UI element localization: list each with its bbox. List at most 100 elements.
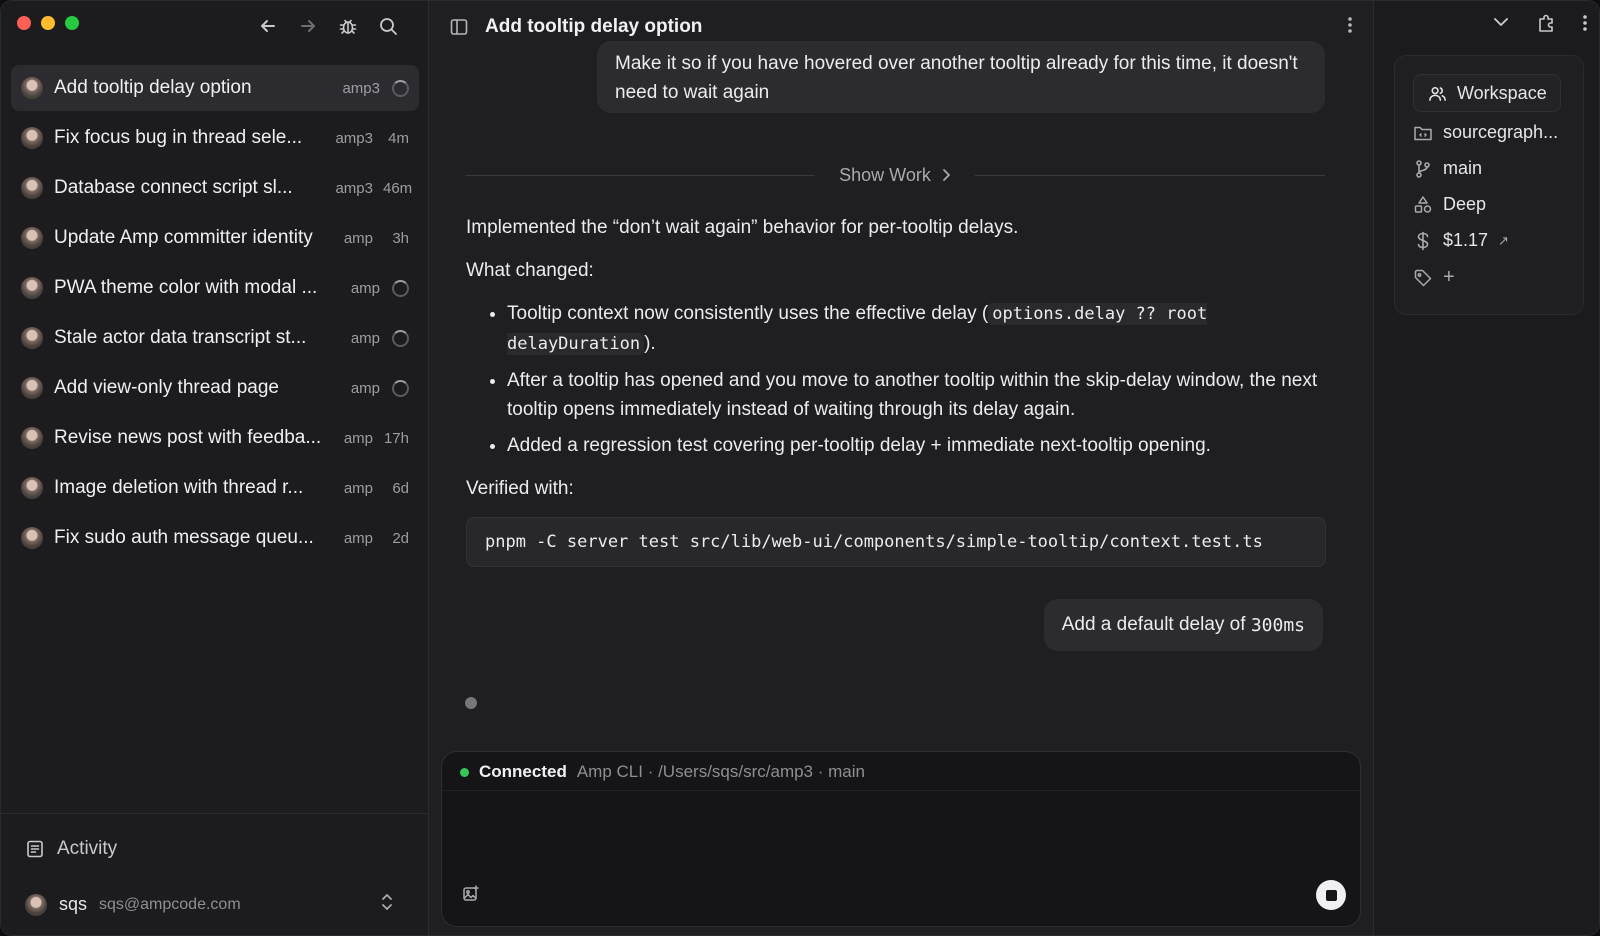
chevron-up-down-icon[interactable] — [379, 892, 395, 917]
thread-tag: amp3 — [335, 179, 373, 197]
thread-item[interactable]: Fix sudo auth message queu... amp 2d — [11, 515, 419, 561]
thread-title: Image deletion with thread r... — [54, 477, 304, 498]
loading-spinner-icon — [392, 329, 409, 347]
thread-info-card: Workspace sourcegraph... main Deep $1.17… — [1394, 55, 1584, 315]
what-changed-heading: What changed: — [466, 260, 594, 281]
thread-age: 2d — [392, 529, 409, 547]
thread-tag: amp — [350, 279, 380, 297]
thread-item[interactable]: PWA theme color with modal ... amp — [11, 265, 419, 311]
mode-row[interactable]: Deep — [1413, 194, 1486, 215]
extension-icon[interactable] — [1536, 13, 1556, 38]
workspace-label: Workspace — [1457, 82, 1547, 103]
status-context: Amp CLI · /Users/sqs/src/amp3 · main — [576, 762, 865, 781]
thread-title: Add view-only thread page — [54, 377, 279, 398]
avatar — [21, 127, 43, 149]
chevron-down-icon[interactable] — [1492, 13, 1510, 38]
message-code: 300ms — [1250, 614, 1305, 636]
thread-title: Add tooltip delay option — [54, 77, 252, 98]
thread-tag: amp — [343, 529, 373, 547]
sidebar-toolbar — [257, 15, 399, 37]
window-toolbar — [1374, 13, 1599, 38]
chevron-right-icon — [942, 169, 950, 181]
user-menu[interactable]: sqs sqs@ampcode.com — [25, 892, 395, 917]
search-icon[interactable] — [377, 15, 399, 37]
branch-name: main — [1443, 158, 1483, 178]
thread-tag: amp — [343, 429, 373, 447]
more-options-icon[interactable] — [1347, 15, 1353, 40]
branch-row[interactable]: main — [1413, 158, 1482, 179]
add-tag-button[interactable]: + — [1443, 266, 1455, 289]
thread-item[interactable]: Revise news post with feedba... amp 17h — [11, 415, 419, 461]
sidebar: Add tooltip delay option amp3 Fix focus … — [1, 1, 429, 935]
loading-spinner-icon — [392, 279, 409, 297]
activity-link[interactable]: Activity — [25, 838, 117, 860]
thread-view: Add tooltip delay option Make it so if y… — [429, 1, 1373, 935]
tags-row: + — [1413, 266, 1455, 289]
avatar — [21, 327, 43, 349]
forward-arrow-icon[interactable] — [297, 15, 319, 37]
sidebar-toggle-icon[interactable] — [449, 16, 471, 38]
avatar — [21, 427, 43, 449]
tag-icon — [1413, 268, 1433, 288]
show-work-button[interactable]: Show Work — [815, 165, 975, 186]
avatar — [21, 527, 43, 549]
status-label: Connected — [479, 762, 567, 781]
user-message: Add a default delay of 300ms — [1043, 599, 1323, 651]
cost-value: $1.17 — [1443, 230, 1489, 250]
loading-spinner-icon — [392, 79, 409, 97]
status-dot-icon — [460, 767, 469, 777]
thread-tag: amp — [350, 379, 380, 397]
workspace-button[interactable]: Workspace — [1413, 74, 1561, 112]
assistant-message: Implemented the “don’t wait again” behav… — [466, 213, 1326, 567]
back-arrow-icon[interactable] — [257, 15, 279, 37]
thread-title: Fix focus bug in thread sele... — [54, 127, 303, 148]
stop-icon — [1325, 889, 1337, 901]
external-link-icon: ↗ — [1498, 232, 1509, 248]
thread-item[interactable]: Database connect script sl... amp3 46m — [11, 165, 419, 211]
thread-item[interactable]: Update Amp committer identity amp 3h — [11, 215, 419, 261]
thread-title: Revise news post with feedba... — [54, 427, 322, 448]
thread-title: PWA theme color with modal ... — [54, 277, 318, 298]
users-icon — [1429, 86, 1446, 101]
composer-divider — [442, 790, 1360, 791]
minimize-window-button[interactable] — [41, 16, 55, 30]
repo-row[interactable]: sourcegraph... — [1413, 122, 1558, 143]
stop-button[interactable] — [1316, 880, 1346, 910]
thread-item[interactable]: Image deletion with thread r... amp 6d — [11, 465, 419, 511]
avatar — [21, 277, 43, 299]
thread-title-header: Add tooltip delay option — [485, 16, 703, 37]
thread-age: 46m — [383, 179, 413, 197]
thread-age: 4m — [388, 129, 409, 147]
close-window-button[interactable] — [17, 16, 31, 30]
avatar — [21, 377, 43, 399]
typing-indicator — [465, 697, 477, 709]
thread-title: Fix sudo auth message queu... — [54, 527, 314, 548]
avatar — [21, 77, 43, 99]
connection-status: Connected Amp CLI · /Users/sqs/src/amp3 … — [460, 762, 865, 782]
maximize-window-button[interactable] — [65, 16, 79, 30]
thread-list: Add tooltip delay option amp3 Fix focus … — [11, 65, 419, 565]
show-work-divider: Show Work — [465, 161, 1326, 189]
mode-label: Deep — [1443, 194, 1487, 214]
thread-tag: amp — [343, 479, 373, 497]
thread-title: Update Amp committer identity — [54, 227, 313, 248]
cost-row[interactable]: $1.17 ↗ — [1413, 230, 1509, 251]
bug-icon[interactable] — [337, 15, 359, 37]
list-item: After a tooltip has opened and you move … — [507, 366, 1326, 424]
thread-item[interactable]: Fix focus bug in thread sele... amp3 4m — [11, 115, 419, 161]
more-options-icon[interactable] — [1582, 13, 1588, 38]
attach-image-icon[interactable] — [462, 885, 480, 908]
message-composer[interactable]: Connected Amp CLI · /Users/sqs/src/amp3 … — [441, 751, 1361, 927]
thread-title: Database connect script sl... — [54, 177, 293, 198]
code-block[interactable]: pnpm -C server test src/lib/web-ui/compo… — [466, 517, 1326, 567]
thread-age: 17h — [383, 429, 409, 447]
thread-item[interactable]: Add tooltip delay option amp3 — [11, 65, 419, 111]
thread-tag: amp3 — [342, 79, 380, 97]
thread-item[interactable]: Add view-only thread page amp — [11, 365, 419, 411]
avatar — [25, 893, 47, 916]
details-panel: Workspace sourcegraph... main Deep $1.17… — [1373, 1, 1599, 935]
thread-item[interactable]: Stale actor data transcript st... amp — [11, 315, 419, 361]
thread-tag: amp — [350, 329, 380, 347]
divider-line — [974, 174, 1326, 176]
app-window: Add tooltip delay option amp3 Fix focus … — [0, 0, 1600, 936]
